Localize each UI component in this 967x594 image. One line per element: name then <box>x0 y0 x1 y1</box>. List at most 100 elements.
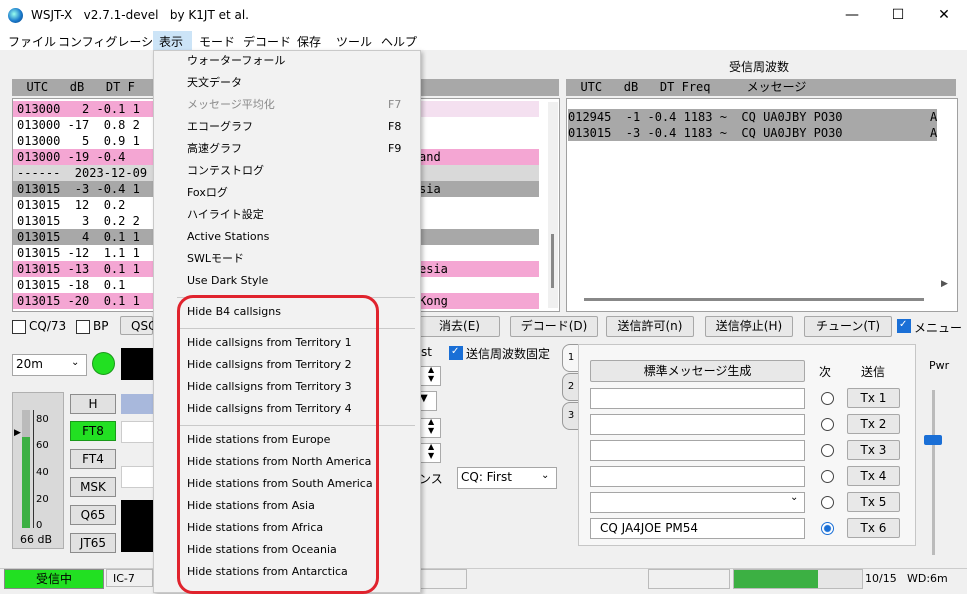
menus-label: メニュー <box>914 321 963 335</box>
tx-send-button[interactable]: Tx 2 <box>847 414 900 434</box>
tx-send-button[interactable]: Tx 4 <box>847 466 900 486</box>
minimize-button[interactable]: — <box>829 0 875 31</box>
tx-send-button[interactable]: Tx 6 <box>847 518 900 538</box>
band-activity-row-tail <box>419 277 539 293</box>
band-activity-row-tail: Kong <box>419 293 539 309</box>
hold-tx-freq-checkbox[interactable] <box>449 346 463 360</box>
h-button[interactable]: H <box>70 394 116 414</box>
rx-frequency-header: UTC dB DT Freq メッセージ <box>566 79 956 96</box>
spin-arrows-icon[interactable]: ▲ ▼ <box>428 442 434 460</box>
rig-status: IC-7 <box>106 569 153 587</box>
decode-button[interactable]: デコード(D) <box>510 316 598 337</box>
view-menu-item[interactable]: エコーグラフ <box>187 117 253 137</box>
mode-msk-button[interactable]: MSK <box>70 477 116 497</box>
menu-view[interactable]: 表示 <box>159 33 183 50</box>
tx-next-radio[interactable] <box>821 418 834 431</box>
band-activity-row: 013015 4 0.1 1 <box>13 229 153 245</box>
meter-tick: 80 <box>36 414 49 425</box>
menu-help[interactable]: ヘルプ <box>381 33 417 50</box>
band-activity-row-tail <box>419 213 539 229</box>
tx-message-field[interactable] <box>590 388 805 409</box>
field-fragment <box>121 466 154 488</box>
cq-select-value: CQ: First <box>461 470 512 484</box>
tx-send-button[interactable]: Tx 5 <box>847 492 900 512</box>
mode-q65-button[interactable]: Q65 <box>70 505 116 525</box>
rx-row-tail: A <box>930 126 938 140</box>
enable-tx-button[interactable]: 送信許可(n) <box>606 316 694 337</box>
band-activity-row: ------ 2023-12-09 <box>13 165 153 181</box>
close-button[interactable]: ✕ <box>921 0 967 31</box>
power-slider-track[interactable] <box>932 390 935 555</box>
mode-ft8-button[interactable]: FT8 <box>70 421 116 441</box>
menu-tools[interactable]: ツール <box>336 33 372 50</box>
band-activity-row: 013000 -19 -0.4 <box>13 149 153 165</box>
meter-tick: 40 <box>36 467 49 478</box>
band-activity-row: 013015 3 0.2 2 <box>13 213 153 229</box>
rx-horizontal-scrollbar[interactable] <box>584 298 924 301</box>
bp-checkbox[interactable] <box>76 320 90 334</box>
menu-file[interactable]: ファイル <box>8 33 56 50</box>
band-activity-header: UTC dB DT F <box>12 79 153 96</box>
band-activity-row-tail <box>419 197 539 213</box>
view-menu-item[interactable]: 天文データ <box>187 73 242 93</box>
rx-row-text: 012945 -1 -0.4 1183 ~ CQ UA0JBY PO30 <box>568 110 843 124</box>
signal-level-readout: 66 dB <box>20 533 53 546</box>
spin-arrows-icon[interactable]: ▲ ▼ <box>428 417 434 435</box>
chevron-down-icon: ▼ <box>420 393 428 404</box>
spin-arrows-icon[interactable]: ▲ ▼ <box>428 365 434 383</box>
view-menu-item[interactable]: コンテストログ <box>187 161 264 181</box>
menu-mode[interactable]: モード <box>199 33 235 50</box>
monitor-status-led <box>92 352 115 375</box>
menu-shortcut: F8 <box>388 120 402 133</box>
meter-peak-marker-icon: ▶ <box>14 428 21 438</box>
menus-checkbox[interactable] <box>897 319 911 333</box>
wd-readout: WD:6m <box>907 572 948 585</box>
mode-ft4-button[interactable]: FT4 <box>70 449 116 469</box>
meter-tick: 60 <box>36 440 49 451</box>
tx-next-radio[interactable] <box>821 444 834 457</box>
tx-next-radio[interactable] <box>821 470 834 483</box>
rx-row-text: 013015 -3 -0.4 1183 ~ CQ UA0JBY PO30 <box>568 126 843 140</box>
rx-row: 013015 -3 -0.4 1183 ~ CQ UA0JBY PO30 <box>568 125 937 141</box>
meter-tick: 20 <box>36 494 49 505</box>
tx-message-field[interactable] <box>590 414 805 435</box>
tx-message-field[interactable] <box>590 492 805 513</box>
tx-next-radio[interactable] <box>821 392 834 405</box>
tx-next-radio[interactable] <box>821 522 834 535</box>
menu-shortcut: F7 <box>388 98 402 111</box>
hold-tx-freq-label: 送信周波数固定 <box>466 347 551 361</box>
menu-save[interactable]: 保存 <box>297 33 321 50</box>
view-menu-item[interactable]: ハイライト設定 <box>187 205 264 225</box>
tx-send-button[interactable]: Tx 1 <box>847 388 900 408</box>
erase-button[interactable]: 消去(E) <box>419 316 500 337</box>
generate-messages-button[interactable]: 標準メッセージ生成 <box>590 360 805 382</box>
bp-label: BP <box>93 319 109 333</box>
view-menu-item[interactable]: Active Stations <box>187 227 269 247</box>
menu-decode[interactable]: デコード <box>243 33 291 50</box>
power-slider-thumb[interactable] <box>924 435 942 445</box>
field-fragment <box>121 421 154 443</box>
band-activity-row: 013015 -12 1.1 1 <box>13 245 153 261</box>
scroll-right-arrow-icon[interactable]: ▶ <box>941 279 948 289</box>
halt-tx-button[interactable]: 送信停止(H) <box>705 316 793 337</box>
tune-button[interactable]: チューン(T) <box>804 316 892 337</box>
tx-message-field[interactable] <box>590 440 805 461</box>
rx-frequency-title: 受信周波数 <box>729 60 790 74</box>
band-activity-row-tail <box>419 117 539 133</box>
view-menu-item[interactable]: SWLモード <box>187 249 244 269</box>
tx-next-radio[interactable] <box>821 496 834 509</box>
view-menu-item[interactable]: 高速グラフ <box>187 139 242 159</box>
chevron-down-icon: ⌄ <box>790 492 799 503</box>
band-activity-row: 013015 -13 0.1 1 <box>13 261 153 277</box>
mode-jt65-button[interactable]: JT65 <box>70 533 116 553</box>
maximize-button[interactable]: ☐ <box>875 0 921 31</box>
band-activity-row: 013000 -17 0.8 2 <box>13 117 153 133</box>
view-menu-item[interactable]: Use Dark Style <box>187 271 268 291</box>
cq73-checkbox[interactable] <box>12 320 26 334</box>
tx-send-button[interactable]: Tx 3 <box>847 440 900 460</box>
view-menu-item[interactable]: ウォーターフォール <box>187 51 285 71</box>
view-menu-item[interactable]: Foxログ <box>187 183 228 203</box>
qso-button[interactable]: QSC <box>120 316 156 335</box>
band-activity-scroll-thumb[interactable] <box>551 234 554 288</box>
tx-message-field[interactable] <box>590 466 805 487</box>
